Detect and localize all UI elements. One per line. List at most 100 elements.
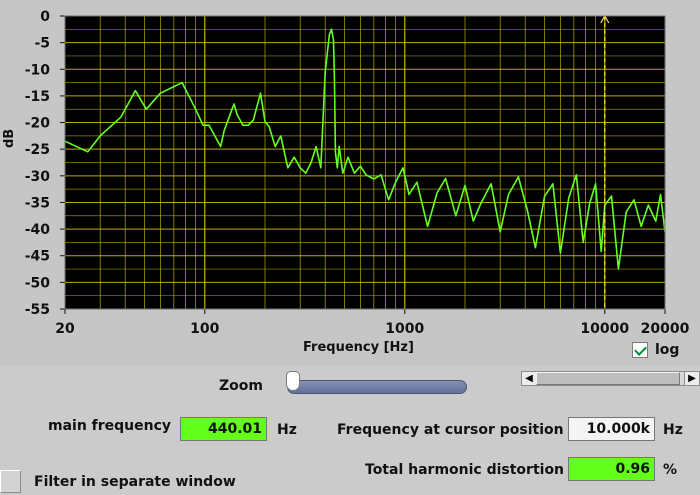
y-tick-label-8: -35 bbox=[25, 195, 50, 211]
spectrum-point-76 bbox=[625, 211, 627, 213]
spectrum-point-29 bbox=[315, 146, 317, 147]
zoom-slider-thumb[interactable] bbox=[286, 371, 300, 391]
spectrum-point-71 bbox=[595, 183, 597, 185]
spectrum-point-44 bbox=[373, 178, 375, 180]
x-tick-label-5: 20000 bbox=[641, 321, 690, 337]
spectrum-point-54 bbox=[455, 215, 457, 217]
main-frequency-label: main frequency bbox=[48, 418, 172, 434]
scroll-left-button[interactable]: ◀ bbox=[522, 372, 537, 385]
y-tick-label-10: -45 bbox=[25, 249, 50, 265]
log-label: log bbox=[655, 342, 680, 358]
spectrum-point-39 bbox=[342, 172, 344, 174]
x-tick-label-4: 10000 bbox=[580, 321, 629, 337]
spectrum-point-33 bbox=[331, 28, 332, 30]
zoom-slider[interactable] bbox=[287, 380, 467, 394]
spectrum-panel: 0 -5 -10 -15 -20 -25 -30 -35 -40 -45 -50 -55 20 100 10… bbox=[0, 0, 700, 495]
spectrum-point-61 bbox=[517, 176, 519, 178]
spectrum-point-2 bbox=[87, 151, 89, 153]
spectrum-point-79 bbox=[647, 204, 649, 206]
spectrum-point-72 bbox=[600, 251, 602, 252]
main-frequency-field: 440.01 bbox=[180, 417, 267, 441]
spectrum-point-48 bbox=[402, 167, 404, 169]
spectrum-point-19 bbox=[260, 92, 261, 94]
y-tick-label-1: 0 bbox=[40, 9, 50, 25]
thd-field: 0.96 bbox=[568, 457, 655, 481]
spectrum-point-41 bbox=[353, 172, 355, 174]
spectrum-point-49 bbox=[408, 194, 410, 195]
y-tick-label-4: -15 bbox=[25, 89, 50, 105]
spectrum-point-11 bbox=[208, 124, 210, 126]
cursor-frequency-field: 10.000k bbox=[568, 417, 655, 441]
spectrum-point-18 bbox=[252, 119, 254, 121]
spectrum-point-12 bbox=[220, 146, 222, 147]
spectrum-point-8 bbox=[181, 82, 183, 84]
spectrum-point-31 bbox=[324, 71, 326, 73]
spectrum-point-78 bbox=[640, 225, 642, 227]
zoom-label: Zoom bbox=[219, 378, 263, 394]
spectrum-point-50 bbox=[416, 181, 418, 183]
spectrum-point-52 bbox=[436, 192, 438, 194]
y-tick-label-3: -10 bbox=[25, 62, 51, 78]
spectrum-point-9 bbox=[195, 108, 197, 110]
y-axis-label: dB bbox=[2, 128, 17, 148]
spectrum-point-60 bbox=[508, 194, 509, 195]
spectrum-point-3 bbox=[99, 135, 101, 137]
y-tick-label-9: -40 bbox=[25, 222, 51, 238]
spectrum-point-51 bbox=[427, 225, 429, 227]
scroll-right-button[interactable]: ▶ bbox=[684, 372, 699, 385]
cursor-frequency-unit: Hz bbox=[663, 422, 683, 438]
spectrum-point-17 bbox=[247, 124, 249, 126]
spectrum-point-43 bbox=[365, 174, 367, 176]
spectrum-point-24 bbox=[287, 167, 289, 169]
spectrum-point-66 bbox=[559, 252, 561, 254]
spectrum-point-70 bbox=[589, 203, 591, 204]
spectrum-point-65 bbox=[552, 183, 554, 185]
spectrum-point-37 bbox=[336, 167, 338, 169]
horizontal-scrollbar[interactable]: ◀ ▶ bbox=[521, 371, 700, 386]
spectrum-point-22 bbox=[274, 146, 276, 147]
spectrum-point-5 bbox=[134, 90, 136, 92]
spectrum-point-80 bbox=[655, 220, 657, 222]
spectrum-point-75 bbox=[617, 268, 619, 270]
y-tick-label-12: -55 bbox=[25, 302, 50, 318]
log-checkbox[interactable] bbox=[632, 342, 648, 358]
spectrum-point-23 bbox=[280, 135, 282, 137]
main-frequency-unit: Hz bbox=[277, 422, 297, 438]
x-tick-label-1: 20 bbox=[55, 321, 75, 337]
x-tick-label-2: 100 bbox=[190, 321, 219, 337]
thd-unit: % bbox=[663, 462, 678, 478]
y-tick-label-6: -25 bbox=[25, 142, 50, 158]
filter-window-label: Filter in separate window bbox=[34, 474, 236, 490]
spectrum-point-35 bbox=[334, 82, 335, 84]
spectrum-point-7 bbox=[159, 92, 161, 94]
spectrum-point-81 bbox=[660, 194, 661, 195]
y-tick-label-7: -30 bbox=[25, 169, 51, 185]
spectrum-point-38 bbox=[338, 146, 340, 147]
spectrum-point-10 bbox=[202, 124, 204, 126]
thd-label: Total harmonic distortion bbox=[365, 462, 565, 478]
spectrum-point-57 bbox=[480, 203, 482, 204]
spectrum-point-68 bbox=[575, 174, 577, 176]
cursor-frequency-label: Frequency at cursor position bbox=[337, 422, 564, 438]
spectrum-point-67 bbox=[568, 197, 570, 199]
spectrum-point-26 bbox=[299, 167, 301, 169]
spectrum-point-4 bbox=[120, 116, 122, 118]
spectrum-point-45 bbox=[380, 174, 382, 176]
y-tick-label-5: -20 bbox=[25, 116, 51, 132]
spectrum-point-20 bbox=[264, 121, 266, 122]
spectrum-point-6 bbox=[145, 108, 147, 110]
spectrum-point-55 bbox=[464, 184, 466, 186]
spectrum-point-64 bbox=[544, 195, 546, 197]
spectrum-point-59 bbox=[499, 231, 501, 233]
y-tick-label-2: -5 bbox=[34, 36, 50, 52]
spectrum-point-69 bbox=[582, 241, 584, 243]
x-tick-label-3: 1000 bbox=[385, 321, 424, 337]
scroll-thumb[interactable] bbox=[536, 372, 680, 385]
graph-area: 0 -5 -10 -15 -20 -25 -30 -35 -40 -45 -50 -55 20 100 10… bbox=[0, 0, 700, 365]
filter-window-button[interactable] bbox=[0, 470, 21, 493]
y-tick-label-11: -50 bbox=[25, 275, 51, 291]
spectrum-point-36 bbox=[334, 151, 336, 153]
spectrum-point-30 bbox=[320, 167, 322, 169]
spectrum-point-47 bbox=[395, 181, 397, 183]
spectrum-point-56 bbox=[472, 220, 474, 222]
